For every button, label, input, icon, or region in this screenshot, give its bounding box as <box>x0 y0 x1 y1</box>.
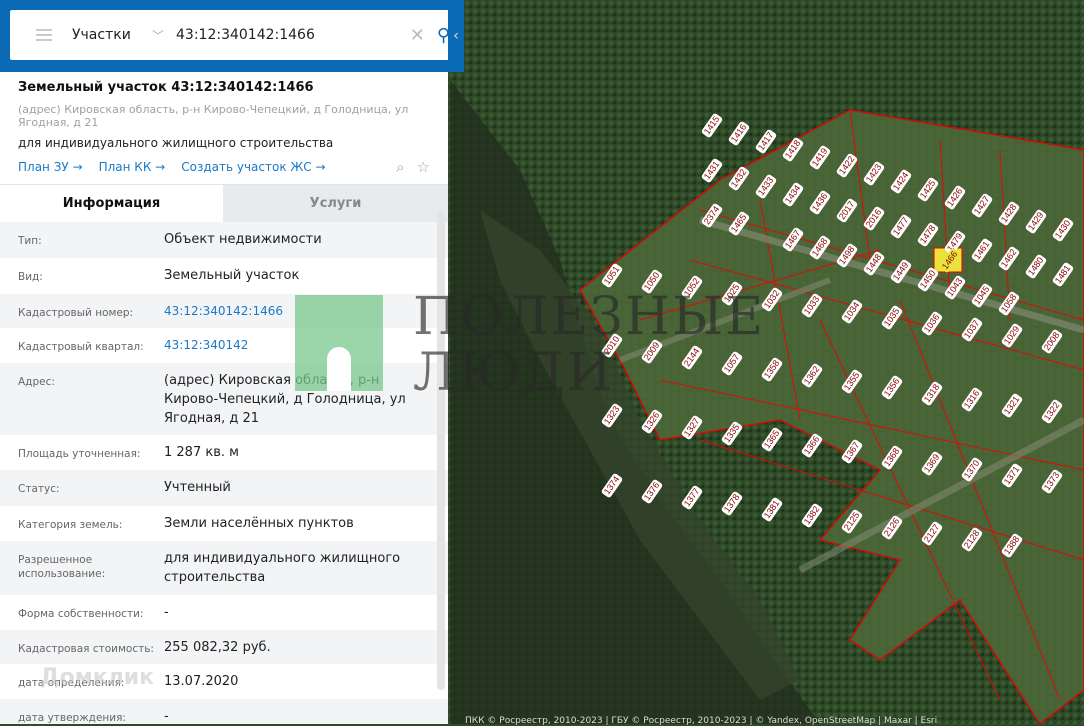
menu-icon[interactable] <box>36 29 52 41</box>
info-row: Кадастровый квартал: 43:12:340142 <box>0 328 448 363</box>
collapse-panel-button[interactable]: ‹ <box>448 0 464 72</box>
row-value: 13.07.2020 <box>164 674 239 689</box>
info-row: Адрес: (адрес) Кировская область, р-н Кир… <box>0 363 448 435</box>
plan-zu-link[interactable]: План ЗУ → <box>18 160 83 174</box>
map-copyright: ПКК © Росреестр, 2010-2023 | ГБУ © Росре… <box>465 716 938 726</box>
search-document-icon[interactable]: ⌕ <box>396 158 404 176</box>
row-value: - <box>164 709 169 724</box>
object-address: (адрес) Кировская область, р-н Кирово-Че… <box>18 103 409 129</box>
row-value: Земли населённых пунктов <box>164 516 354 531</box>
category-select[interactable]: Участки <box>72 27 152 43</box>
info-row: Статус: Учтенный <box>0 470 448 506</box>
row-label: Тип: <box>18 235 42 247</box>
object-title: Земельный участок 43:12:340142:1466 <box>18 80 314 95</box>
clear-icon[interactable]: ✕ <box>410 25 425 46</box>
row-label: дата утверждения: <box>18 712 126 724</box>
info-row: Кадастровый номер: 43:12:340142:1466 <box>0 294 448 328</box>
star-icon[interactable]: ☆ <box>417 158 430 176</box>
chevron-down-icon[interactable]: ﹀ <box>152 27 164 44</box>
row-label: Кадастровая стоимость: <box>18 643 154 655</box>
search-icon[interactable]: ⚲ <box>437 25 448 46</box>
row-value: Объект недвижимости <box>164 232 322 247</box>
row-label: Вид: <box>18 271 43 283</box>
info-row: Площадь уточненная: 1 287 кв. м <box>0 435 448 470</box>
row-value: 1 287 кв. м <box>164 445 239 460</box>
row-value: (адрес) Кировская область, р-н Кирово-Че… <box>164 373 406 426</box>
row-label: Категория земель: <box>18 519 123 531</box>
info-row: Тип: Объект недвижимости <box>0 222 448 258</box>
row-value: - <box>164 605 169 620</box>
row-value[interactable]: 43:12:340142 <box>164 328 430 355</box>
row-label: Статус: <box>18 483 60 495</box>
search-bar: Участки ﹀ 43:12:340142:1466 ✕ ⚲ <box>0 0 448 72</box>
row-value: 255 082,32 руб. <box>164 640 271 655</box>
info-row: Форма собственности: - <box>0 595 448 630</box>
search-input[interactable]: 43:12:340142:1466 <box>176 27 410 43</box>
info-row: Вид: Земельный участок <box>0 258 448 294</box>
row-label: Кадастровый номер: <box>18 307 134 319</box>
object-use: для индивидуального жилищного строительс… <box>18 136 334 150</box>
create-plot-link[interactable]: Создать участок ЖС → <box>181 160 325 174</box>
tab-services[interactable]: Услуги <box>223 185 448 222</box>
chevron-left-icon: ‹ <box>453 28 459 44</box>
row-label: Адрес: <box>18 376 55 388</box>
info-row: дата утверждения: - <box>0 699 448 724</box>
plan-kk-link[interactable]: План КК → <box>99 160 166 174</box>
info-panel: Участки ﹀ 43:12:340142:1466 ✕ ⚲ Земельны… <box>0 0 448 724</box>
info-row: Разрешенное использование: для индивидуал… <box>0 541 448 595</box>
info-row: Категория земель: Земли населённых пункто… <box>0 506 448 541</box>
info-row: Кадастровая стоимость: 255 082,32 руб. <box>0 630 448 664</box>
tab-info[interactable]: Информация <box>0 185 223 222</box>
row-label: Разрешенное использование: <box>18 554 106 580</box>
domclick-watermark: Домклик <box>40 665 155 690</box>
row-value[interactable]: 43:12:340142:1466 <box>164 294 430 321</box>
row-value: Учтенный <box>164 480 231 495</box>
row-label: Площадь уточненная: <box>18 448 141 460</box>
scrollbar[interactable] <box>437 210 445 690</box>
info-table: Тип: Объект недвижимости Вид: Земельный уча… <box>0 222 448 724</box>
row-label: Кадастровый квартал: <box>18 341 144 353</box>
row-value: Земельный участок <box>164 268 300 283</box>
row-label: Форма собственности: <box>18 608 144 620</box>
row-value: для индивидуального жилищного строительс… <box>164 551 401 585</box>
